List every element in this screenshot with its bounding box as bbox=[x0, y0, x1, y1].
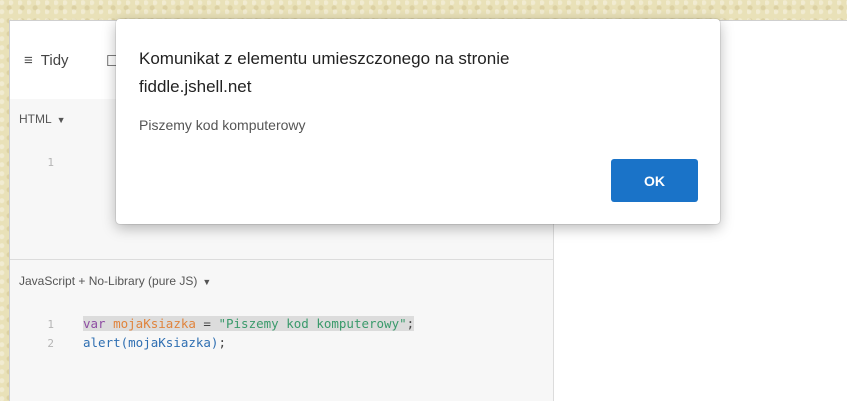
alert-dialog: Komunikat z elementu umieszczonego na st… bbox=[116, 19, 720, 224]
code-line-1[interactable]: var mojaKsiazka = "Piszemy kod komputero… bbox=[83, 316, 415, 331]
code-variable: mojaKsiazka bbox=[113, 316, 196, 331]
js-label-text: JavaScript + No-Library (pure JS) bbox=[19, 274, 198, 288]
code-operator: = bbox=[195, 316, 219, 331]
caret-down-icon: ▼ bbox=[56, 115, 66, 125]
tidy-button[interactable]: ≡ Tidy bbox=[24, 52, 69, 69]
dialog-message: Piszemy kod komputerowy bbox=[139, 117, 306, 133]
line-number: 1 bbox=[47, 156, 54, 169]
code-semicolon: ; bbox=[218, 335, 226, 350]
code-function-call: alert(mojaKsiazka) bbox=[83, 335, 219, 350]
line-number: 1 bbox=[47, 318, 54, 331]
html-pane-label[interactable]: HTML ▼ bbox=[19, 112, 66, 126]
code-string: "Piszemy kod komputerowy" bbox=[218, 316, 407, 331]
line-number: 2 bbox=[47, 337, 54, 350]
caret-down-icon: ▼ bbox=[202, 277, 212, 287]
html-label-text: HTML bbox=[19, 112, 52, 126]
ok-button[interactable]: OK bbox=[611, 159, 698, 202]
dialog-title: Komunikat z elementu umieszczonego na st… bbox=[139, 45, 679, 101]
js-pane[interactable]: JavaScript + No-Library (pure JS) ▼ 1 2 v… bbox=[10, 260, 553, 401]
list-lines-icon: ≡ bbox=[24, 52, 33, 69]
dialog-title-line-2: fiddle.jshell.net bbox=[139, 77, 252, 96]
code-semicolon: ; bbox=[406, 316, 415, 331]
code-line-2[interactable]: alert(mojaKsiazka); bbox=[83, 335, 226, 350]
js-pane-label[interactable]: JavaScript + No-Library (pure JS) ▼ bbox=[19, 274, 211, 288]
tidy-label: Tidy bbox=[40, 52, 69, 69]
code-keyword: var bbox=[83, 316, 106, 331]
dialog-title-line-1: Komunikat z elementu umieszczonego na st… bbox=[139, 49, 510, 68]
